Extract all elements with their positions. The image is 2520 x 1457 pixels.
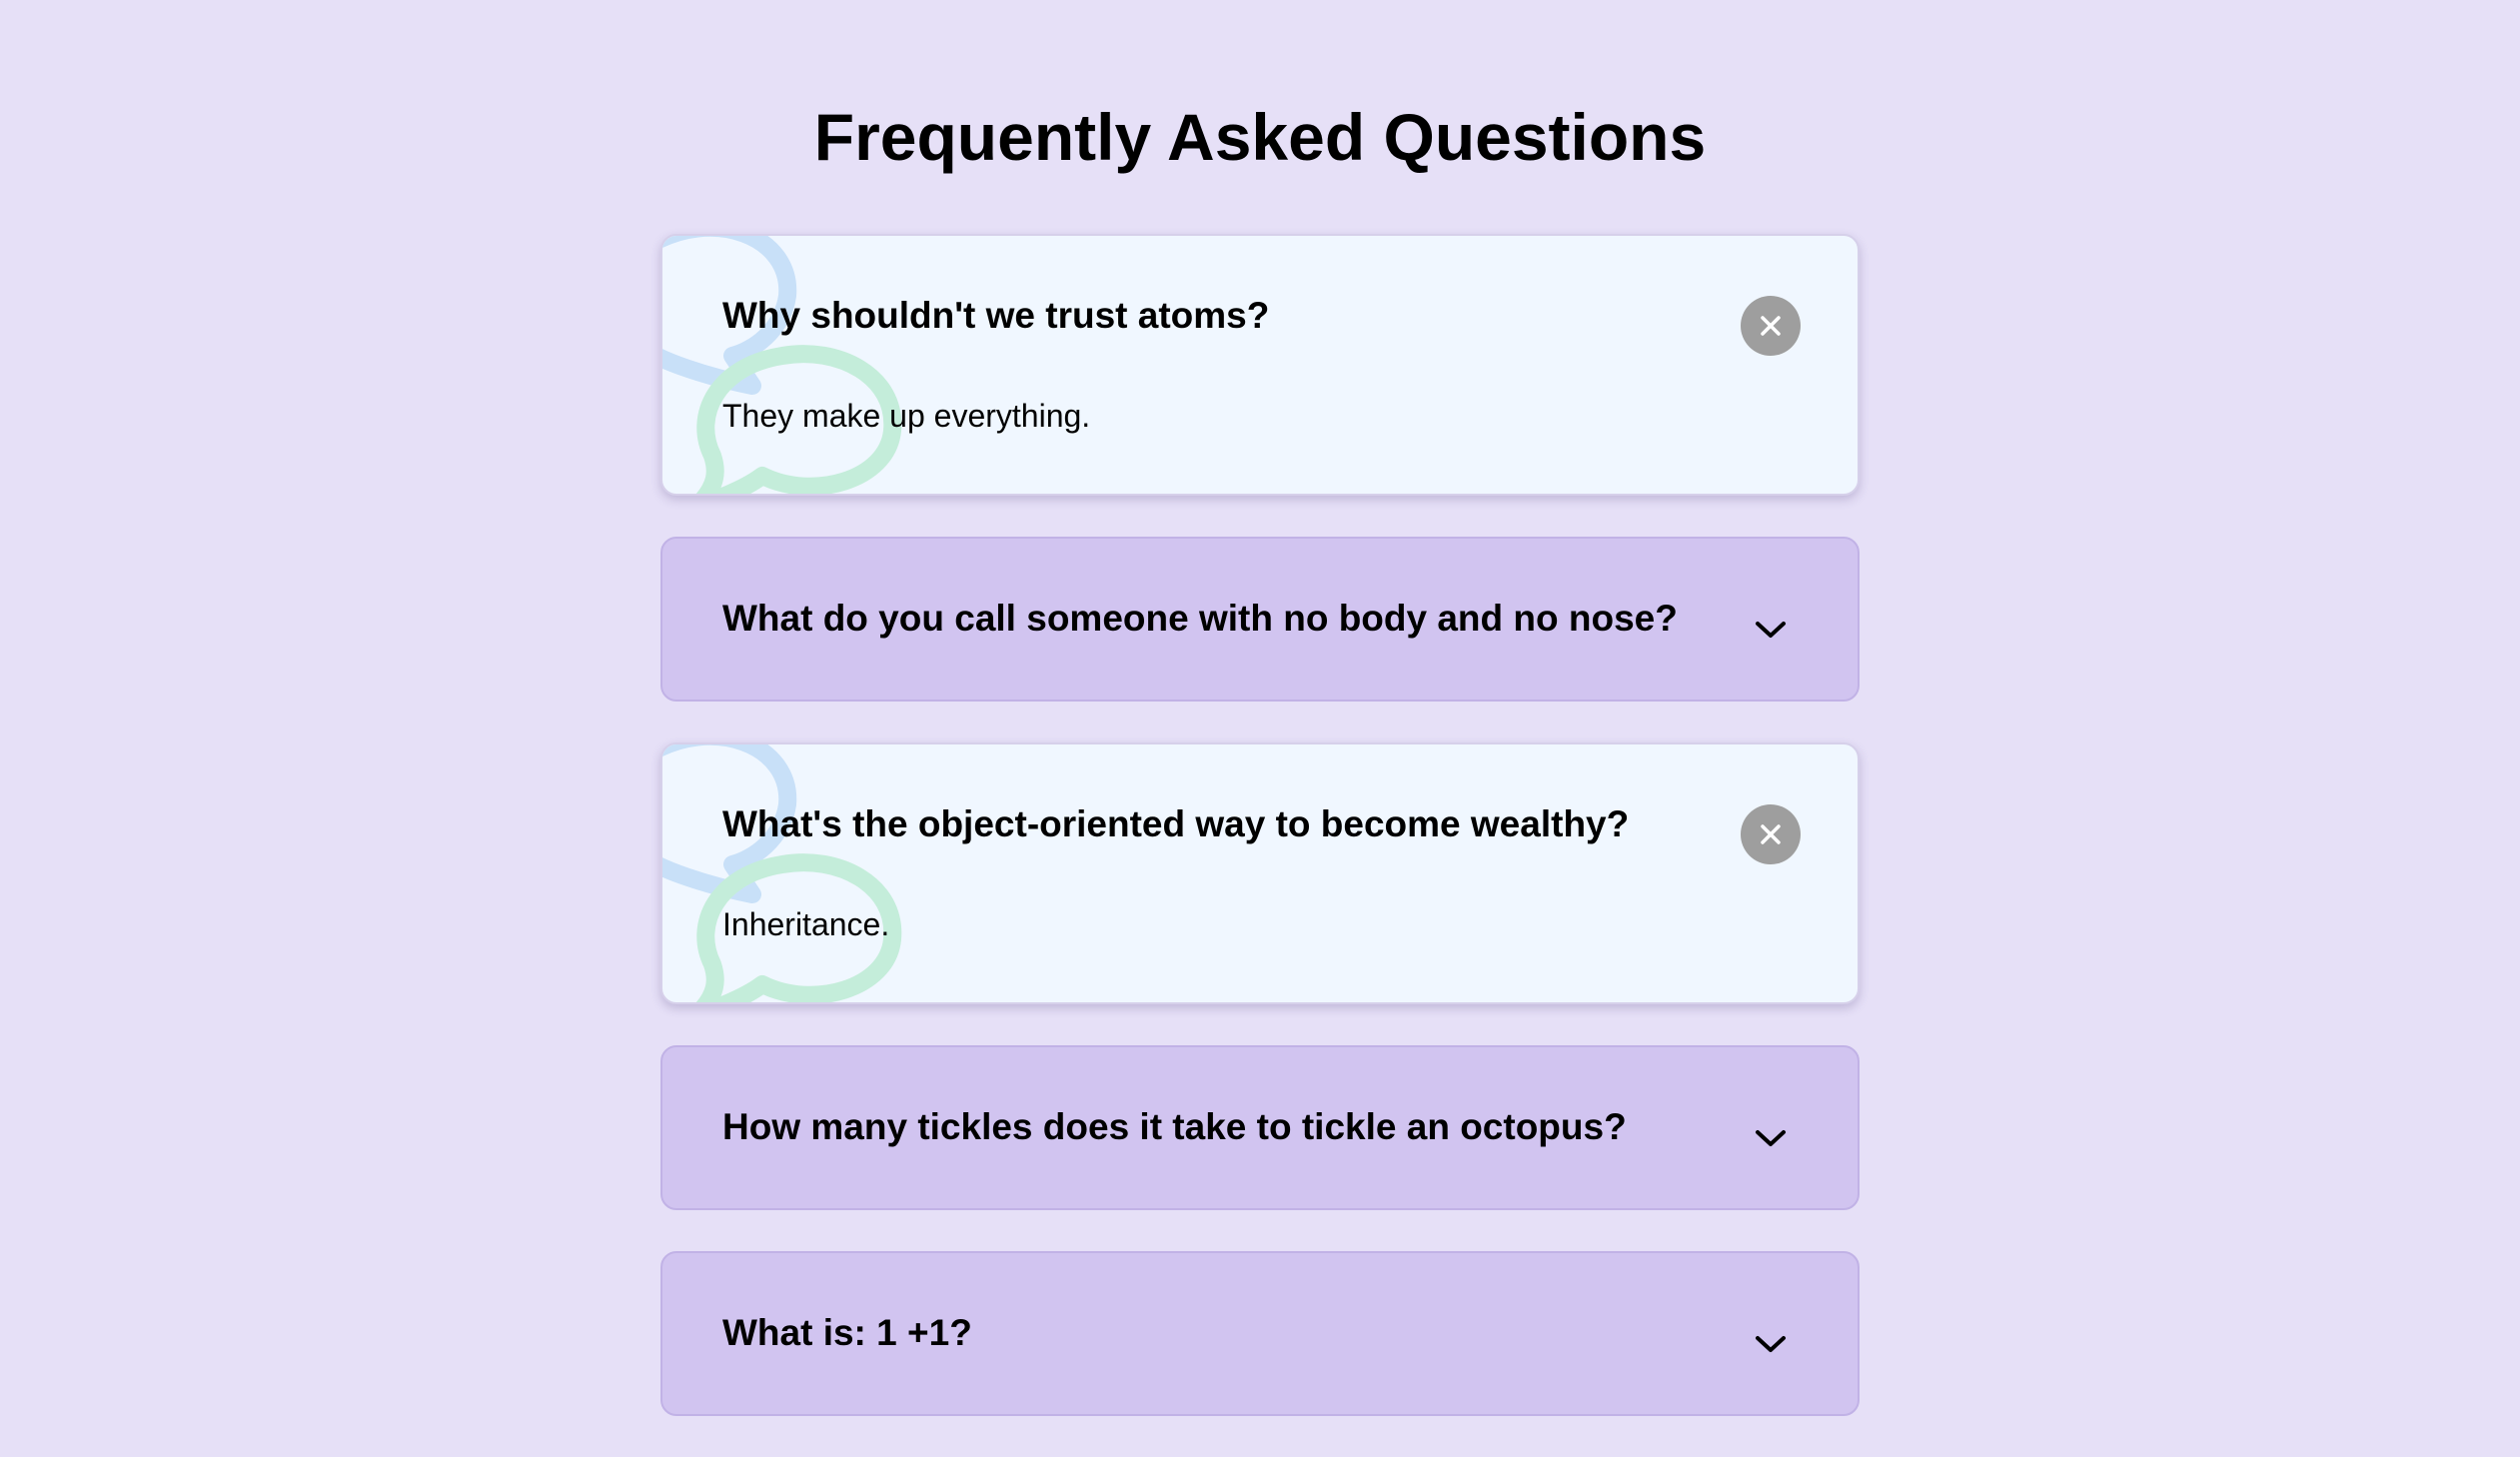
collapse-button[interactable] (1741, 804, 1801, 864)
chevron-down-icon (1756, 1336, 1786, 1352)
faq-question[interactable]: How many tickles does it take to tickle … (722, 1104, 1627, 1150)
close-icon (1761, 316, 1781, 336)
faq-item[interactable]: Why shouldn't we trust atoms? They make … (660, 234, 1860, 496)
faq-item[interactable]: What is: 1 +1? (660, 1251, 1860, 1416)
chevron-down-icon (1756, 622, 1786, 638)
faq-answer: They make up everything. (722, 398, 1091, 434)
faq-list: Why shouldn't we trust atoms? They make … (660, 234, 1860, 1457)
faq-item[interactable]: What's the object-oriented way to become… (660, 742, 1860, 1004)
faq-question[interactable]: What do you call someone with no body an… (722, 596, 1678, 642)
page-title: Frequently Asked Questions (813, 100, 1707, 174)
faq-item[interactable]: How many tickles does it take to tickle … (660, 1045, 1860, 1210)
expand-button[interactable] (1746, 1113, 1796, 1163)
close-icon (1761, 824, 1781, 844)
expand-button[interactable] (1746, 605, 1796, 655)
chat-bubbles-icon (662, 744, 902, 1002)
expand-button[interactable] (1746, 1319, 1796, 1369)
faq-question[interactable]: Why shouldn't we trust atoms? (722, 293, 1269, 339)
faq-item[interactable]: What do you call someone with no body an… (660, 537, 1860, 702)
faq-question[interactable]: What is: 1 +1? (722, 1310, 972, 1356)
chat-bubbles-icon (662, 236, 902, 494)
faq-question[interactable]: What's the object-oriented way to become… (722, 801, 1629, 847)
faq-answer: Inheritance. (722, 906, 890, 942)
chevron-down-icon (1756, 1130, 1786, 1146)
collapse-button[interactable] (1741, 296, 1801, 356)
